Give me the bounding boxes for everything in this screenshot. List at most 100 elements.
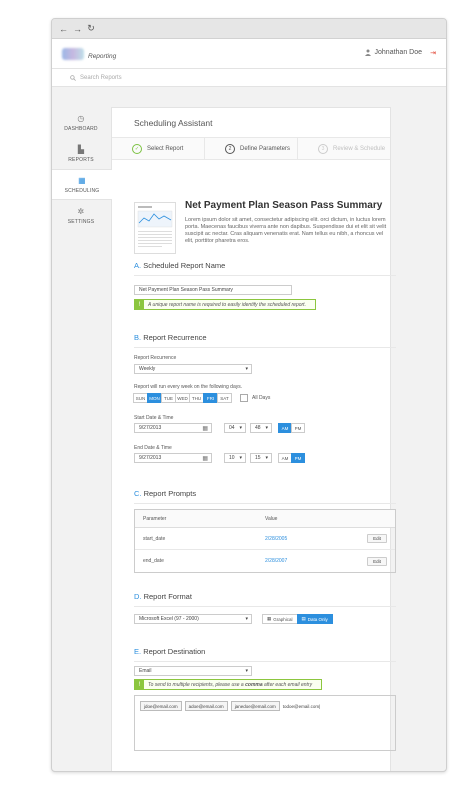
chevron-down-icon: ▾ <box>239 425 242 431</box>
browser-window: ← → ↻ Reporting Johnathan Doe ⇥ Search R… <box>51 18 447 772</box>
recurrence-select[interactable]: Weekly ▾ <box>134 364 252 374</box>
table-row: end_date 2/28/2007 Edit <box>135 550 395 572</box>
report-name-input[interactable]: Net Payment Plan Season Pass Summary <box>134 285 292 295</box>
destination-select[interactable]: Email ▾ <box>134 666 252 676</box>
section-recurrence: B. Report Recurrence Report Recurrence W… <box>133 333 396 463</box>
edit-button[interactable]: Edit <box>367 556 387 566</box>
section-heading: B. Report Recurrence <box>134 333 396 348</box>
step-label: Define Parameters <box>240 145 291 152</box>
day-sun[interactable]: SUN <box>133 393 148 403</box>
start-minute-select[interactable]: 48 ▾ <box>250 423 272 433</box>
chevron-down-icon: ▾ <box>245 366 248 372</box>
section-format: D. Report Format Microsoft Excel (97 - 2… <box>134 592 396 624</box>
calendar-icon[interactable]: ▦ <box>202 455 208 462</box>
sidebar-item-settings[interactable]: ✲ SETTINGS <box>52 200 110 231</box>
section-prompts: C. Report Prompts Parameter Value start_… <box>134 489 396 573</box>
user-menu[interactable]: Johnathan Doe <box>364 49 422 56</box>
format-toggle: ▦ Graphical ▤ Data Only <box>262 614 333 624</box>
company-logo[interactable] <box>62 47 84 60</box>
step-number: 3 <box>318 143 328 154</box>
day-thu[interactable]: THU <box>189 393 204 403</box>
bar-chart-icon: ▙ <box>77 144 85 154</box>
day-mon[interactable]: MON <box>147 393 162 403</box>
all-days-label: All Days <box>252 395 271 401</box>
step-label: Select Report <box>147 145 184 152</box>
grid-icon: ▦ <box>267 616 272 621</box>
forward-icon[interactable]: → <box>73 24 82 34</box>
table-row: start_date 2/28/2005 Edit <box>135 528 395 550</box>
search-input[interactable]: Search Reports <box>80 75 122 81</box>
graphical-button[interactable]: ▦ Graphical <box>262 614 298 624</box>
info-icon: ! <box>135 680 144 689</box>
end-am-toggle[interactable]: AM <box>278 453 292 463</box>
chevron-down-icon: ▾ <box>245 616 248 622</box>
sidebar-item-label: DASHBOARD <box>64 125 98 132</box>
start-pm-toggle[interactable]: PM <box>291 423 305 433</box>
destination-hint: ! To send to multiple recipients, please… <box>134 679 322 690</box>
sidebar-item-reports[interactable]: ▙ REPORTS <box>52 138 110 169</box>
section-heading: A. Scheduled Report Name <box>134 261 396 276</box>
table-icon: ▤ <box>301 616 306 621</box>
back-icon[interactable]: ← <box>59 24 68 34</box>
format-select[interactable]: Microsoft Excel (97 - 2000) ▾ <box>134 614 252 624</box>
report-description: Lorem ipsum dolor sit amet, consectetur … <box>185 217 387 244</box>
start-date-input[interactable]: 9/27/2013 ▦ <box>134 423 212 433</box>
start-label: Start Date & Time <box>134 415 174 421</box>
section-heading: C. Report Prompts <box>134 489 396 504</box>
wizard-steps: ✓ Select Report 2 Define Parameters 3 Re… <box>112 138 390 160</box>
section-heading: E. Report Destination <box>134 647 396 662</box>
search-bar[interactable]: Search Reports <box>52 69 446 87</box>
end-date-input[interactable]: 9/27/2013 ▦ <box>134 453 212 463</box>
email-chip[interactable]: adoe@email.com <box>184 701 228 711</box>
email-chip[interactable]: janedoe@email.com <box>230 701 280 711</box>
report-name-hint: ! A unique report name is required to ea… <box>134 299 316 310</box>
day-wed[interactable]: WED <box>175 393 190 403</box>
data-only-button[interactable]: ▤ Data Only <box>296 614 333 624</box>
gear-icon: ✲ <box>77 206 85 216</box>
day-sat[interactable]: SAT <box>217 393 232 403</box>
email-chip[interactable]: jdoe@email.com <box>140 701 182 711</box>
step-number: 2 <box>225 143 235 154</box>
dashboard-icon: ◷ <box>77 113 85 123</box>
calendar-icon[interactable]: ▦ <box>202 425 208 432</box>
end-minute-select[interactable]: 15 ▾ <box>250 453 272 463</box>
user-name: Johnathan Doe <box>374 49 422 56</box>
end-pm-toggle[interactable]: PM <box>291 453 305 463</box>
app-header: Reporting Johnathan Doe ⇥ <box>52 39 446 69</box>
days-row: SUN MON TUE WED THU FRI SAT All Days <box>133 393 271 403</box>
page-title: Scheduling Assistant <box>112 108 390 138</box>
start-am-toggle[interactable]: AM <box>278 423 292 433</box>
day-fri[interactable]: FRI <box>203 393 218 403</box>
end-label: End Date & Time <box>134 445 172 451</box>
end-row: 9/27/2013 ▦ 10 ▾ 15 ▾ AM PM <box>134 453 305 463</box>
email-recipients-field[interactable]: jdoe@email.com adoe@email.com janedoe@em… <box>134 695 396 751</box>
calendar-icon: ▦ <box>78 175 86 185</box>
section-report-name: A. Scheduled Report Name Net Payment Pla… <box>134 261 396 310</box>
info-icon: ! <box>135 300 144 309</box>
sidebar-item-dashboard[interactable]: ◷ DASHBOARD <box>52 107 110 138</box>
reload-icon[interactable]: ↻ <box>87 23 95 34</box>
step-define-parameters[interactable]: 2 Define Parameters <box>205 138 298 159</box>
logout-icon[interactable]: ⇥ <box>430 49 436 57</box>
report-thumbnail <box>134 202 176 254</box>
day-picker: SUN MON TUE WED THU FRI SAT <box>133 393 232 403</box>
start-hour-select[interactable]: 04 ▾ <box>224 423 246 433</box>
section-destination: E. Report Destination Email ▾ ! To send t… <box>134 647 396 751</box>
end-hour-select[interactable]: 10 ▾ <box>224 453 246 463</box>
section-heading: D. Report Format <box>134 592 396 607</box>
check-icon: ✓ <box>132 143 142 154</box>
browser-toolbar: ← → ↻ <box>52 19 446 39</box>
sidebar-item-scheduling[interactable]: ▦ SCHEDULING <box>52 169 112 200</box>
day-tue[interactable]: TUE <box>161 393 176 403</box>
report-title: Net Payment Plan Season Pass Summary <box>185 200 383 211</box>
step-select-report[interactable]: ✓ Select Report <box>112 138 205 159</box>
table-header: Parameter Value <box>135 510 395 528</box>
user-icon <box>364 49 371 56</box>
all-days-checkbox[interactable] <box>240 394 248 402</box>
email-typing-input[interactable]: todoe@email.com| <box>283 701 321 711</box>
chevron-down-icon: ▾ <box>245 668 248 674</box>
format-row: Microsoft Excel (97 - 2000) ▾ ▦ Graphical … <box>134 614 333 624</box>
edit-button[interactable]: Edit <box>367 534 387 543</box>
step-review-schedule: 3 Review & Schedule <box>298 138 390 159</box>
sidebar-item-label: SETTINGS <box>67 218 95 225</box>
